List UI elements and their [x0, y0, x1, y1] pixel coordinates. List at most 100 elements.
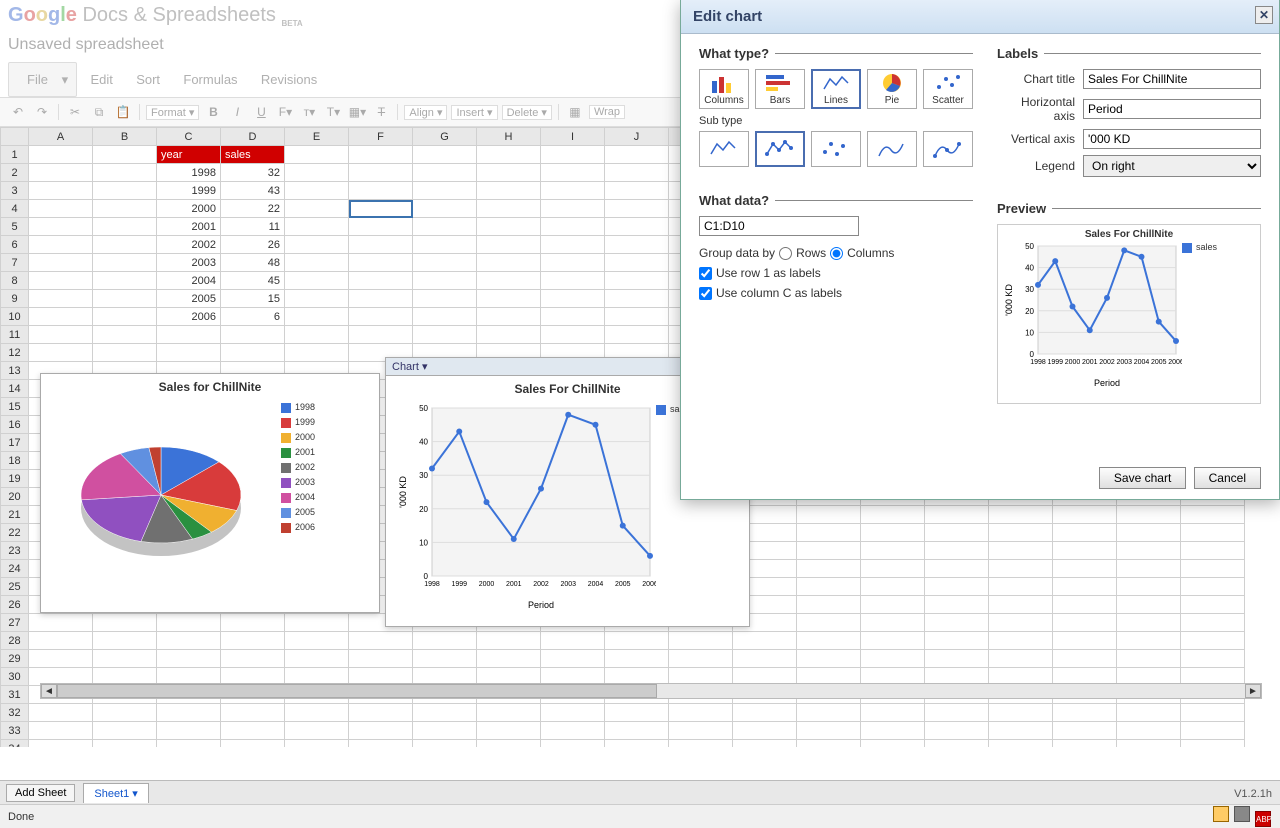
cell[interactable]: 2006: [157, 308, 221, 326]
cell[interactable]: [541, 272, 605, 290]
cell[interactable]: [477, 650, 541, 668]
row-header[interactable]: 18: [1, 452, 29, 470]
cell[interactable]: [605, 722, 669, 740]
cell[interactable]: 2004: [157, 272, 221, 290]
scroll-thumb[interactable]: [57, 684, 657, 698]
cell[interactable]: [221, 632, 285, 650]
cell[interactable]: [413, 236, 477, 254]
cell[interactable]: [477, 254, 541, 272]
delete-menu[interactable]: Delete ▾: [502, 105, 552, 120]
cell[interactable]: [29, 236, 93, 254]
cell[interactable]: [669, 632, 733, 650]
cell[interactable]: [925, 632, 989, 650]
cell[interactable]: [1117, 740, 1181, 748]
cell[interactable]: [29, 272, 93, 290]
undo-icon[interactable]: ↶: [8, 102, 28, 122]
cell[interactable]: [605, 272, 669, 290]
fontsize-icon[interactable]: т▾: [299, 102, 319, 122]
cell[interactable]: [29, 308, 93, 326]
cell[interactable]: [1181, 560, 1245, 578]
row-header[interactable]: 8: [1, 272, 29, 290]
cell[interactable]: [29, 146, 93, 164]
cell[interactable]: [797, 578, 861, 596]
cell[interactable]: [221, 614, 285, 632]
cell[interactable]: [989, 632, 1053, 650]
row-header[interactable]: 24: [1, 560, 29, 578]
cell[interactable]: [861, 740, 925, 748]
cell[interactable]: [797, 740, 861, 748]
cell[interactable]: 6: [221, 308, 285, 326]
cell[interactable]: [541, 254, 605, 272]
cell[interactable]: [669, 722, 733, 740]
sheet1-tab[interactable]: Sheet1 ▾: [83, 783, 148, 803]
cell[interactable]: [541, 182, 605, 200]
cell[interactable]: [221, 704, 285, 722]
cell[interactable]: [477, 146, 541, 164]
file-menu[interactable]: File ▾: [8, 62, 77, 97]
cell[interactable]: [925, 596, 989, 614]
cell[interactable]: [477, 740, 541, 748]
cell[interactable]: [541, 722, 605, 740]
cell[interactable]: [157, 650, 221, 668]
cell[interactable]: [797, 596, 861, 614]
row-header[interactable]: 21: [1, 506, 29, 524]
cell[interactable]: [157, 740, 221, 748]
cell[interactable]: [413, 650, 477, 668]
cell[interactable]: 45: [221, 272, 285, 290]
cell[interactable]: [285, 308, 349, 326]
cell[interactable]: [157, 326, 221, 344]
format-menu[interactable]: Format ▾: [146, 105, 199, 120]
cell[interactable]: [669, 650, 733, 668]
cell[interactable]: [605, 308, 669, 326]
cell[interactable]: [925, 560, 989, 578]
col-header[interactable]: H: [477, 128, 541, 146]
cell[interactable]: [605, 164, 669, 182]
cell[interactable]: [1181, 524, 1245, 542]
cell[interactable]: [93, 344, 157, 362]
row-header[interactable]: 1: [1, 146, 29, 164]
row-header[interactable]: 12: [1, 344, 29, 362]
cell[interactable]: [1117, 722, 1181, 740]
cell[interactable]: [989, 578, 1053, 596]
cell[interactable]: [285, 704, 349, 722]
cell[interactable]: [285, 650, 349, 668]
subtype-5[interactable]: [923, 131, 973, 167]
cell[interactable]: [29, 344, 93, 362]
row-header[interactable]: 17: [1, 434, 29, 452]
cell[interactable]: [1053, 596, 1117, 614]
cell[interactable]: [605, 182, 669, 200]
font-icon[interactable]: F▾: [275, 102, 295, 122]
cell[interactable]: [349, 308, 413, 326]
tray-icon-2[interactable]: [1234, 806, 1250, 822]
row-header[interactable]: 19: [1, 470, 29, 488]
cell[interactable]: [669, 704, 733, 722]
cell[interactable]: [93, 740, 157, 748]
close-icon[interactable]: ✕: [1255, 6, 1273, 24]
cell[interactable]: 2001: [157, 218, 221, 236]
cell[interactable]: [605, 650, 669, 668]
row-header[interactable]: 29: [1, 650, 29, 668]
cell[interactable]: [541, 200, 605, 218]
row-header[interactable]: 9: [1, 290, 29, 308]
align-menu[interactable]: Align ▾: [404, 105, 447, 120]
cell[interactable]: [413, 290, 477, 308]
cell[interactable]: [861, 524, 925, 542]
cell[interactable]: [925, 704, 989, 722]
cell[interactable]: [541, 740, 605, 748]
cell[interactable]: [29, 326, 93, 344]
cell[interactable]: [413, 632, 477, 650]
group-columns-radio[interactable]: [830, 247, 843, 260]
cell[interactable]: [285, 218, 349, 236]
cell[interactable]: [861, 506, 925, 524]
row-header[interactable]: 14: [1, 380, 29, 398]
cell[interactable]: [477, 236, 541, 254]
cell[interactable]: [413, 254, 477, 272]
cell[interactable]: [925, 506, 989, 524]
cell[interactable]: [1053, 722, 1117, 740]
tray-icon-1[interactable]: [1213, 806, 1229, 822]
cell[interactable]: [477, 632, 541, 650]
cell[interactable]: [93, 326, 157, 344]
cell[interactable]: [349, 290, 413, 308]
cell[interactable]: [1053, 506, 1117, 524]
cell[interactable]: [477, 290, 541, 308]
